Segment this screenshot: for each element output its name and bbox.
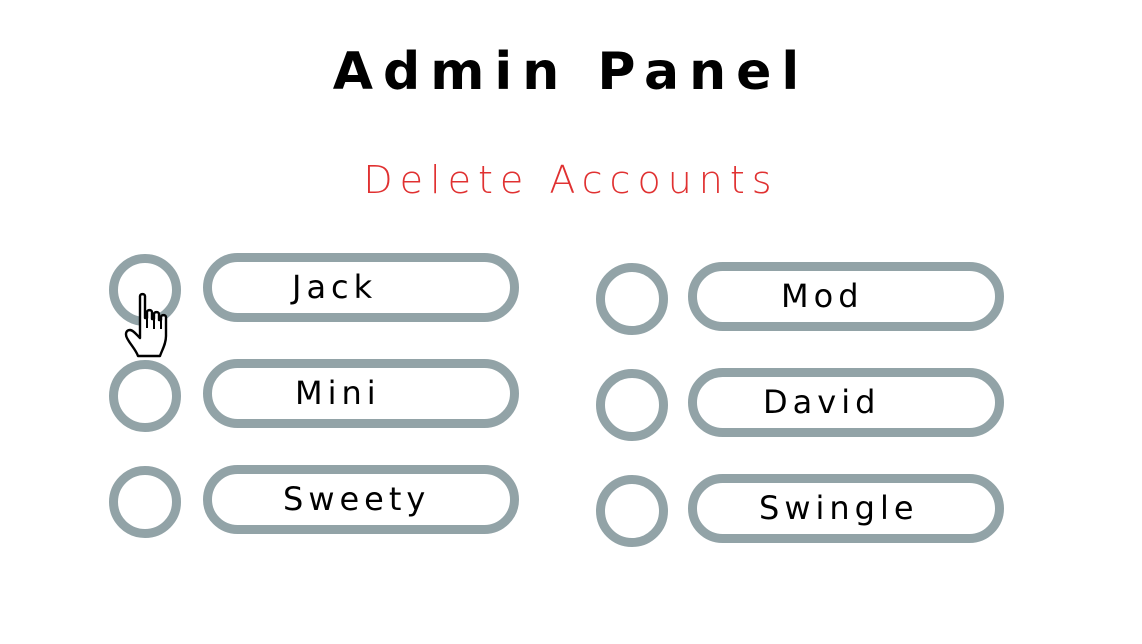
account-label-mini: Mini [295, 374, 381, 412]
page-title: Admin Panel [332, 42, 810, 102]
account-label-david: David [763, 383, 881, 421]
account-button-mini[interactable]: Mini [203, 359, 519, 428]
account-button-sweety[interactable]: Sweety [203, 465, 519, 534]
hand-pointer-icon [124, 292, 168, 358]
account-button-swingle[interactable]: Swingle [688, 474, 1004, 543]
radio-mini[interactable] [109, 360, 181, 432]
account-button-mod[interactable]: Mod [688, 262, 1004, 331]
account-button-david[interactable]: David [688, 368, 1004, 437]
account-label-swingle: Swingle [759, 489, 919, 527]
section-subtitle: Delete Accounts [363, 158, 779, 202]
account-label-mod: Mod [781, 277, 864, 315]
account-label-jack: Jack [292, 268, 378, 306]
account-label-sweety: Sweety [283, 480, 431, 518]
radio-mod[interactable] [596, 263, 668, 335]
radio-sweety[interactable] [109, 466, 181, 538]
radio-swingle[interactable] [596, 475, 668, 547]
account-button-jack[interactable]: Jack [203, 253, 519, 322]
radio-david[interactable] [596, 369, 668, 441]
